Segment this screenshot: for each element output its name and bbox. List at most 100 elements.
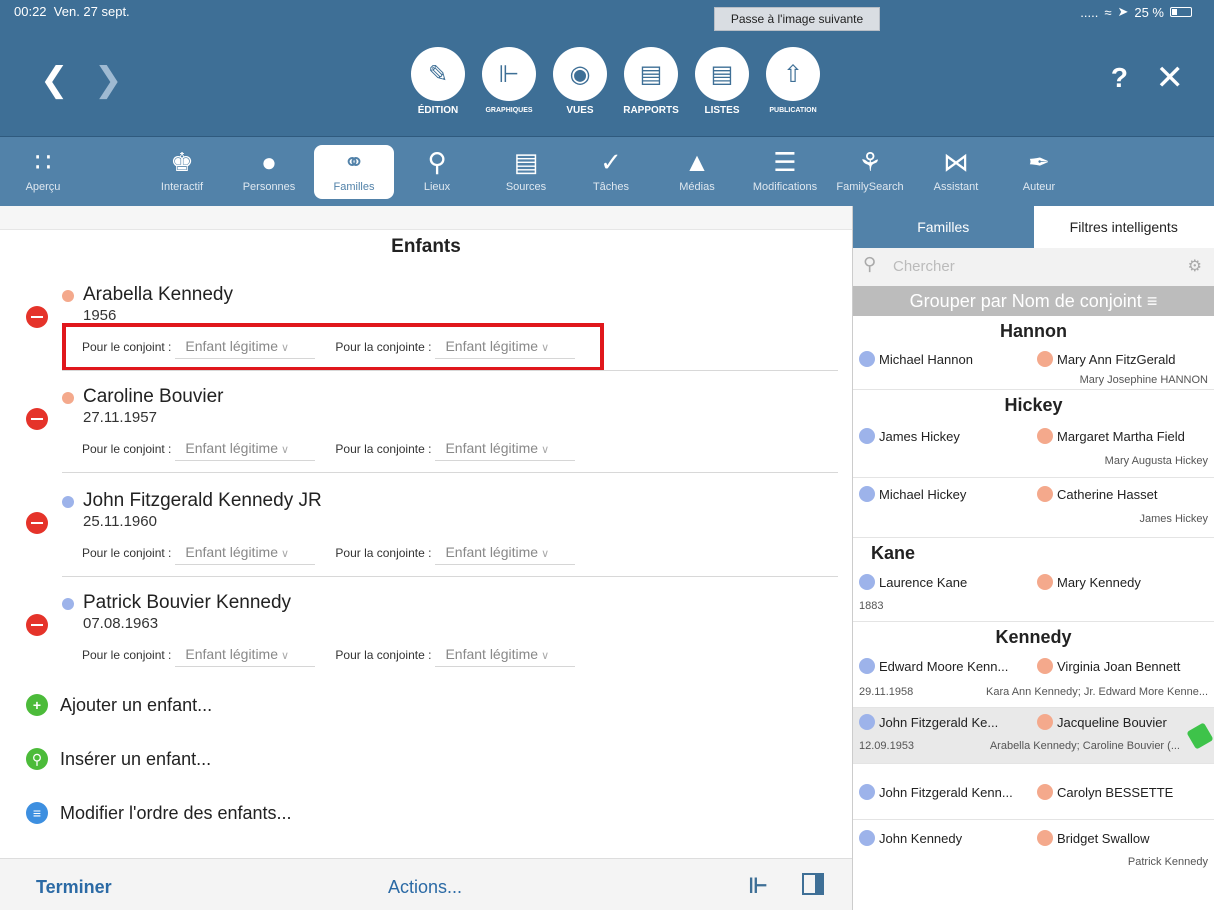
- remove-child-button[interactable]: [26, 306, 48, 328]
- husband-name: James Hickey: [879, 429, 960, 444]
- back-arrow-icon[interactable]: ❮: [40, 60, 69, 100]
- family-row[interactable]: James Hickey Margaret Martha Field Mary …: [853, 420, 1214, 478]
- tool-personnes[interactable]: ● Personnes: [234, 145, 304, 193]
- status-indicators: ..... ≈ ➤ 25 %: [1080, 4, 1192, 20]
- mode-rapports[interactable]: ▤ RAPPORTS: [621, 47, 681, 116]
- gear-icon[interactable]: ⚙: [1188, 256, 1202, 276]
- spouse2-label: Pour la conjointe :: [335, 545, 432, 560]
- spouse-label: Pour le conjoint :: [82, 441, 172, 456]
- mode-listes[interactable]: ▤ LISTES: [692, 47, 752, 116]
- mode-edition[interactable]: ✎ ÉDITION: [408, 47, 468, 116]
- sidebar-toggle-icon[interactable]: [802, 873, 824, 895]
- tool-medias[interactable]: ▲ Médias: [672, 145, 722, 193]
- wife-name: Jacqueline Bouvier: [1057, 715, 1167, 730]
- spouse-relationship-select[interactable]: Enfant légitime: [175, 540, 316, 565]
- pen-icon: ✒: [1028, 147, 1050, 177]
- family-children: James Hickey: [1139, 513, 1208, 525]
- sidebar-tabs: Familles Filtres intelligents: [853, 206, 1214, 248]
- family-row[interactable]: Edward Moore Kenn... Virginia Joan Benne…: [853, 652, 1214, 708]
- close-icon[interactable]: ✕: [1156, 58, 1185, 98]
- check-icon: ✓: [600, 147, 622, 177]
- chart-icon[interactable]: ⊩: [748, 873, 768, 899]
- spouse-relationship-select[interactable]: Enfant légitime: [175, 436, 316, 461]
- tool-label: Personnes: [242, 181, 296, 193]
- actions-button[interactable]: Actions...: [388, 877, 462, 898]
- female-indicator-icon: [1037, 784, 1053, 800]
- tool-sources[interactable]: ▤ Sources: [498, 145, 554, 193]
- remove-child-button[interactable]: [26, 408, 48, 430]
- children-panel: Enfants Arabella Kennedy 1956 Pour le co…: [0, 206, 852, 858]
- tool-familles[interactable]: ⚭ Familles: [314, 145, 394, 199]
- spouse2-relationship-select[interactable]: Enfant légitime: [435, 436, 576, 461]
- male-indicator-icon: [62, 496, 74, 508]
- tool-label: Tâches: [592, 181, 630, 193]
- action-label: Modifier l'ordre des enfants...: [60, 802, 292, 823]
- tool-label: FamilySearch: [836, 181, 904, 193]
- child-name[interactable]: Arabella Kennedy: [83, 284, 233, 306]
- family-row[interactable]: Michael Hickey Catherine Hasset James Hi…: [853, 478, 1214, 538]
- reorder-children-action[interactable]: ≡ Modifier l'ordre des enfants...: [26, 802, 292, 824]
- tool-assistant[interactable]: ⋈ Assistant: [926, 145, 986, 193]
- family-row-selected[interactable]: John Fitzgerald Ke... Jacqueline Bouvier…: [853, 708, 1214, 764]
- tool-label: Familles: [333, 181, 375, 193]
- rings-icon: ⚭: [343, 147, 365, 177]
- female-indicator-icon: [1037, 830, 1053, 846]
- tool-label: Sources: [505, 181, 547, 193]
- tool-modifications[interactable]: ☰ Modifications: [744, 145, 826, 193]
- list-icon: ▤: [695, 47, 749, 101]
- family-children: Patrick Kennedy: [1127, 856, 1208, 868]
- child-name[interactable]: John Fitzgerald Kennedy JR: [83, 490, 322, 512]
- group-by-header[interactable]: Grouper par Nom de conjoint ≡: [853, 286, 1214, 316]
- spouse2-relationship-select[interactable]: Enfant légitime: [435, 540, 576, 565]
- husband-name: John Fitzgerald Ke...: [879, 715, 999, 730]
- husband-name: Michael Hickey: [879, 487, 967, 502]
- list-icon: ≡: [26, 802, 48, 824]
- add-child-action[interactable]: + Ajouter un enfant...: [26, 694, 212, 716]
- remove-child-button[interactable]: [26, 614, 48, 636]
- child-name[interactable]: Caroline Bouvier: [83, 386, 223, 408]
- mode-vues[interactable]: ◉ VUES: [550, 47, 610, 116]
- mode-graphiques[interactable]: ⊩ GRAPHIQUES: [479, 47, 539, 116]
- mode-publication[interactable]: ⇧ PUBLICATION: [763, 47, 823, 116]
- help-icon[interactable]: ?: [1111, 62, 1128, 94]
- female-indicator-icon: [62, 290, 74, 302]
- tool-auteur[interactable]: ✒ Auteur: [1014, 145, 1064, 193]
- spouse2-relationship-select[interactable]: Enfant légitime: [435, 642, 576, 667]
- child-name[interactable]: Patrick Bouvier Kennedy: [83, 592, 291, 614]
- mode-label: LISTES: [704, 105, 740, 116]
- tool-lieux[interactable]: ⚲ Lieux: [412, 145, 462, 193]
- tool-taches[interactable]: ✓ Tâches: [586, 145, 636, 193]
- family-children: Arabella Kennedy; Caroline Bouvier (...: [989, 740, 1180, 752]
- insert-child-action[interactable]: ⚲ Insérer un enfant...: [26, 748, 211, 770]
- male-indicator-icon: [62, 598, 74, 610]
- male-indicator-icon: [859, 486, 875, 502]
- remove-child-button[interactable]: [26, 512, 48, 534]
- family-row[interactable]: Michael Hannon Mary Ann FitzGerald Mary …: [853, 344, 1214, 390]
- mode-label: RAPPORTS: [623, 105, 679, 116]
- family-row[interactable]: John Kennedy Bridget Swallow Patrick Ken…: [853, 820, 1214, 878]
- spouse-label: Pour le conjoint :: [82, 545, 172, 560]
- family-row[interactable]: John Fitzgerald Kenn... Carolyn BESSETTE: [853, 764, 1214, 820]
- tool-label: Aperçu: [25, 181, 61, 193]
- family-date: 12.09.1953: [859, 740, 915, 752]
- tool-familysearch[interactable]: ⚘ FamilySearch: [830, 145, 910, 193]
- tab-familles[interactable]: Familles: [853, 206, 1034, 248]
- family-row[interactable]: Laurence Kane Mary Kennedy 1883: [853, 566, 1214, 622]
- done-button[interactable]: Terminer: [36, 877, 112, 898]
- search-bar[interactable]: ⚲ Chercher ⚙: [853, 248, 1214, 286]
- wife-name: Carolyn BESSETTE: [1057, 785, 1174, 800]
- action-label: Insérer un enfant...: [60, 748, 212, 769]
- documents-icon: ▤: [513, 147, 539, 177]
- husband-name: John Kennedy: [879, 831, 963, 846]
- search-input[interactable]: Chercher: [893, 258, 955, 275]
- top-navigation: 00:22 Ven. 27 sept. ..... ≈ ➤ 25 % Passe…: [0, 0, 1214, 136]
- spouse-relationship-select[interactable]: Enfant légitime: [175, 642, 316, 667]
- person-icon: ●: [261, 147, 277, 177]
- forward-arrow-icon[interactable]: ❯: [94, 60, 123, 100]
- tool-interactif[interactable]: ♚ Interactif: [152, 145, 212, 193]
- male-indicator-icon: [859, 830, 875, 846]
- female-indicator-icon: [1037, 574, 1053, 590]
- tool-apercu[interactable]: ∷ Aperçu: [18, 145, 68, 193]
- tool-label: Médias: [679, 181, 715, 193]
- tab-filtres-intelligents[interactable]: Filtres intelligents: [1033, 206, 1214, 248]
